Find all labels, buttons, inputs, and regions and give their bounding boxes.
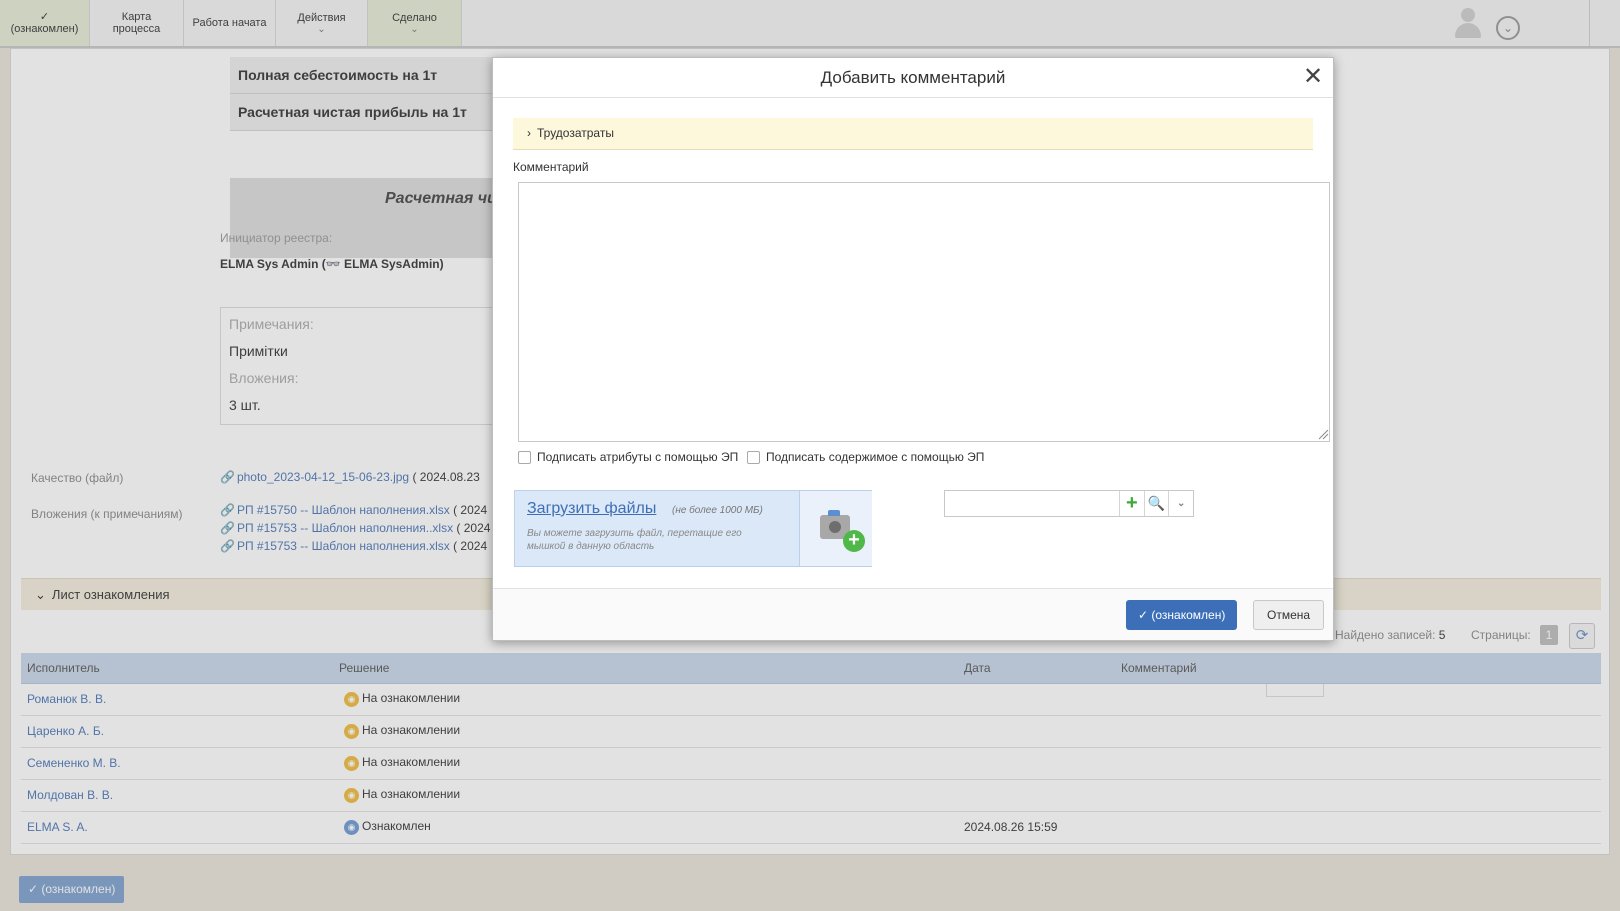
sign-attributes-checkbox[interactable] bbox=[518, 450, 531, 464]
document-picker-input[interactable] bbox=[945, 491, 1119, 516]
chevron-down-icon[interactable]: ⌄ bbox=[1168, 491, 1193, 516]
plus-icon: + bbox=[843, 530, 865, 552]
upload-limit-text: (не более 1000 МБ) bbox=[672, 505, 763, 516]
dialog-title: Добавить комментарий bbox=[820, 68, 1006, 87]
search-icon[interactable]: 🔍 bbox=[1143, 491, 1169, 516]
sign-attributes-option[interactable]: Подписать атрибуты с помощью ЭП bbox=[518, 450, 738, 464]
add-photo-button[interactable]: + bbox=[799, 491, 872, 566]
add-comment-dialog: Добавить комментарий ✕ › Трудозатраты Ком… bbox=[492, 57, 1334, 641]
sign-attributes-label: Подписать атрибуты с помощью ЭП bbox=[537, 450, 739, 464]
dialog-footer: ✓ (ознакомлен) Отмена bbox=[493, 588, 1333, 640]
upload-files-link[interactable]: Загрузить файлы bbox=[527, 500, 656, 518]
dialog-header: Добавить комментарий ✕ bbox=[493, 58, 1333, 98]
sign-content-checkbox[interactable] bbox=[747, 450, 760, 464]
comment-label: Комментарий bbox=[513, 160, 589, 174]
sign-content-label: Подписать содержимое с помощью ЭП bbox=[766, 450, 985, 464]
comment-textarea[interactable] bbox=[518, 182, 1330, 442]
labor-costs-label: Трудозатраты bbox=[537, 126, 614, 140]
resize-grip-icon[interactable] bbox=[1317, 428, 1329, 440]
sign-content-option[interactable]: Подписать содержимое с помощью ЭП bbox=[747, 450, 984, 464]
upload-hint-text: Вы можете загрузить файл, перетащие его … bbox=[527, 528, 742, 552]
labor-costs-accordion[interactable]: › Трудозатраты bbox=[513, 118, 1313, 150]
close-icon[interactable]: ✕ bbox=[1299, 60, 1327, 94]
file-upload-dropzone[interactable]: Загрузить файлы (не более 1000 МБ) Вы мо… bbox=[514, 490, 872, 567]
add-icon[interactable]: + bbox=[1119, 491, 1144, 516]
acknowledge-dialog-button[interactable]: ✓ (ознакомлен) bbox=[1126, 600, 1238, 630]
chevron-right-icon: › bbox=[527, 126, 531, 140]
cancel-button[interactable]: Отмена bbox=[1253, 600, 1325, 630]
document-picker: + 🔍 ⌄ bbox=[944, 490, 1194, 517]
